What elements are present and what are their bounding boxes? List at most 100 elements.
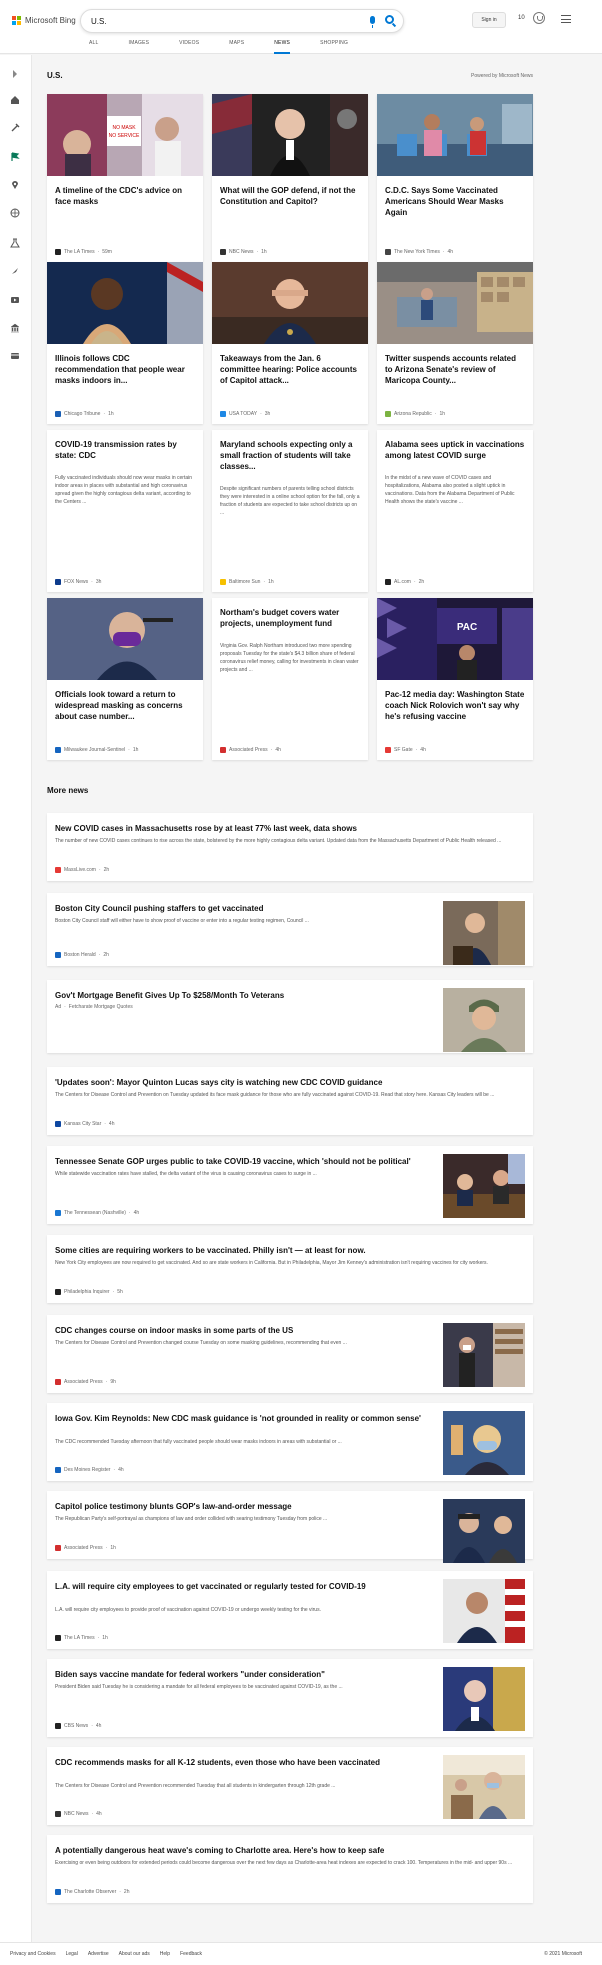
news-card-title[interactable]: Illinois follows CDC recommendation that… (47, 344, 203, 386)
news-item-image[interactable] (443, 1154, 525, 1218)
bank-icon[interactable] (10, 323, 20, 333)
news-card-title[interactable]: Northam's budget covers water projects, … (212, 598, 368, 629)
news-card-source[interactable]: NBC News · 1h (220, 249, 267, 255)
news-card-source[interactable]: USA TODAY · 3h (220, 411, 270, 417)
news-card[interactable]: PAC Pac-12 media day: Washington State co… (377, 598, 533, 760)
news-card[interactable]: Northam's budget covers water projects, … (212, 598, 368, 760)
news-item-image[interactable] (443, 901, 525, 965)
footer-link-advertise[interactable]: Advertise (88, 1951, 109, 1957)
news-card-source[interactable]: Milwaukee Journal-Sentinel · 1h (55, 747, 138, 753)
card-icon[interactable] (10, 351, 20, 361)
footer-link-help[interactable]: Help (160, 1951, 170, 1957)
rewards-points[interactable]: 10 (518, 15, 525, 21)
news-card[interactable]: Maryland schools expecting only a small … (212, 430, 368, 592)
news-card-source[interactable]: SF Gate · 4h (385, 747, 426, 753)
news-card-source[interactable]: The LA Times · 59m (55, 249, 112, 255)
news-item-source[interactable]: The Tennessean (Nashville) · 4h (55, 1210, 139, 1216)
more-news-item[interactable]: Iowa Gov. Kim Reynolds: New CDC mask gui… (47, 1403, 533, 1481)
news-item-title[interactable]: Tennessee Senate GOP urges public to tak… (55, 1156, 425, 1167)
news-item-image[interactable] (443, 1579, 525, 1643)
news-card-title[interactable]: Takeaways from the Jan. 6 committee hear… (212, 344, 368, 386)
news-card-image[interactable] (377, 262, 533, 344)
news-item-image[interactable] (443, 1499, 525, 1563)
news-card[interactable]: Officials look toward a return to widesp… (47, 598, 203, 760)
news-item-image[interactable] (443, 1411, 525, 1475)
news-card-source[interactable]: The New York Times · 4h (385, 249, 453, 255)
footer-link-about-our-ads[interactable]: About our ads (119, 1951, 150, 1957)
more-news-item[interactable]: Capitol police testimony blunts GOP's la… (47, 1491, 533, 1563)
news-item-source[interactable]: NBC News · 4h (55, 1811, 102, 1817)
news-card-title[interactable]: Twitter suspends accounts related to Ari… (377, 344, 533, 386)
news-item-image[interactable] (443, 1323, 525, 1387)
news-card-source[interactable]: Arizona Republic · 1h (385, 411, 445, 417)
news-card-image[interactable] (377, 94, 533, 176)
news-item-source[interactable]: MassLive.com · 2h (55, 867, 109, 873)
news-card-image[interactable] (47, 262, 203, 344)
news-card-image[interactable] (47, 598, 203, 680)
news-card-title[interactable]: COVID-19 transmission rates by state: CD… (47, 430, 203, 461)
tools-icon[interactable] (10, 123, 20, 133)
news-card[interactable]: COVID-19 transmission rates by state: CD… (47, 430, 203, 592)
tab-all[interactable]: ALL (89, 40, 99, 54)
news-card-title[interactable]: Officials look toward a return to widesp… (47, 680, 203, 722)
news-item-title[interactable]: L.A. will require city employees to get … (55, 1581, 425, 1592)
news-card-title[interactable]: Maryland schools expecting only a small … (212, 430, 368, 472)
footer-link-privacy-and-cookies[interactable]: Privacy and Cookies (10, 1951, 56, 1957)
news-item-title[interactable]: CDC changes course on indoor masks in so… (55, 1325, 425, 1336)
microphone-icon[interactable] (370, 16, 375, 28)
news-item-source[interactable]: CBS News · 4h (55, 1723, 101, 1729)
news-card-image[interactable] (212, 262, 368, 344)
news-item-title[interactable]: Gov't Mortgage Benefit Gives Up To $258/… (55, 990, 425, 1001)
news-item-title[interactable]: CDC recommends masks for all K-12 studen… (55, 1757, 425, 1768)
more-news-item[interactable]: Tennessee Senate GOP urges public to tak… (47, 1146, 533, 1224)
tab-news[interactable]: NEWS (274, 40, 291, 54)
news-card[interactable]: Twitter suspends accounts related to Ari… (377, 262, 533, 424)
news-item-title[interactable]: Capitol police testimony blunts GOP's la… (55, 1501, 425, 1512)
news-item-image[interactable] (443, 988, 525, 1052)
news-card[interactable]: Illinois follows CDC recommendation that… (47, 262, 203, 424)
more-news-item[interactable]: Biden says vaccine mandate for federal w… (47, 1659, 533, 1737)
news-item-title[interactable]: A potentially dangerous heat wave's comi… (55, 1845, 525, 1856)
science-icon[interactable] (10, 238, 20, 248)
footer-link-legal[interactable]: Legal (66, 1951, 78, 1957)
news-item-title[interactable]: Biden says vaccine mandate for federal w… (55, 1669, 425, 1680)
bing-logo[interactable]: Microsoft Bing (12, 16, 76, 25)
sign-in-button[interactable]: Sign in (472, 12, 506, 28)
more-news-item[interactable]: CDC changes course on indoor masks in so… (47, 1315, 533, 1393)
news-item-title[interactable]: New COVID cases in Massachusetts rose by… (55, 823, 525, 834)
news-card-source[interactable]: Chicago Tribune · 1h (55, 411, 114, 417)
more-news-item[interactable]: A potentially dangerous heat wave's comi… (47, 1835, 533, 1903)
more-news-item[interactable]: Some cities are requiring workers to be … (47, 1235, 533, 1303)
news-card[interactable]: What will the GOP defend, if not the Con… (212, 94, 368, 262)
news-item-title[interactable]: Boston City Council pushing staffers to … (55, 903, 425, 914)
search-icon[interactable] (385, 15, 394, 24)
flag-icon[interactable] (10, 152, 20, 162)
news-item-title[interactable]: 'Updates soon': Mayor Quinton Lucas says… (55, 1077, 525, 1088)
news-item-source[interactable]: Philadelphia Inquirer · 5h (55, 1289, 123, 1295)
ad-source[interactable]: Ad · Fetcharate Mortgage Quotes (55, 1004, 133, 1010)
news-card[interactable]: C.D.C. Says Some Vaccinated Americans Sh… (377, 94, 533, 262)
search-input[interactable] (91, 15, 331, 28)
news-card[interactable]: Alabama sees uptick in vaccinations amon… (377, 430, 533, 592)
tab-maps[interactable]: MAPS (229, 40, 244, 54)
news-item-title[interactable]: Iowa Gov. Kim Reynolds: New CDC mask gui… (55, 1413, 425, 1424)
menu-icon[interactable] (561, 15, 571, 23)
more-news-item[interactable]: Boston City Council pushing staffers to … (47, 893, 533, 966)
location-icon[interactable] (10, 180, 20, 190)
more-news-item[interactable]: CDC recommends masks for all K-12 studen… (47, 1747, 533, 1825)
news-card-source[interactable]: FOX News · 3h (55, 579, 101, 585)
news-item-source[interactable]: Kansas City Star · 4h (55, 1121, 114, 1127)
news-card[interactable]: NO MASK NO SERVICE A timeline of the CDC's… (47, 94, 203, 262)
video-icon[interactable] (10, 295, 20, 305)
rewards-trophy-icon[interactable] (533, 12, 545, 24)
rocket-icon[interactable] (10, 266, 20, 276)
news-item-title[interactable]: Some cities are requiring workers to be … (55, 1245, 525, 1256)
home-icon[interactable] (10, 95, 20, 105)
news-item-image[interactable] (443, 1755, 525, 1819)
news-card-image[interactable]: NO MASK NO SERVICE (47, 94, 203, 176)
tab-videos[interactable]: VIDEOS (179, 40, 199, 54)
news-card-title[interactable]: A timeline of the CDC's advice on face m… (47, 176, 203, 207)
news-item-source[interactable]: The LA Times · 1h (55, 1635, 108, 1641)
more-news-item[interactable]: Gov't Mortgage Benefit Gives Up To $258/… (47, 980, 533, 1053)
news-card-image[interactable] (212, 94, 368, 176)
